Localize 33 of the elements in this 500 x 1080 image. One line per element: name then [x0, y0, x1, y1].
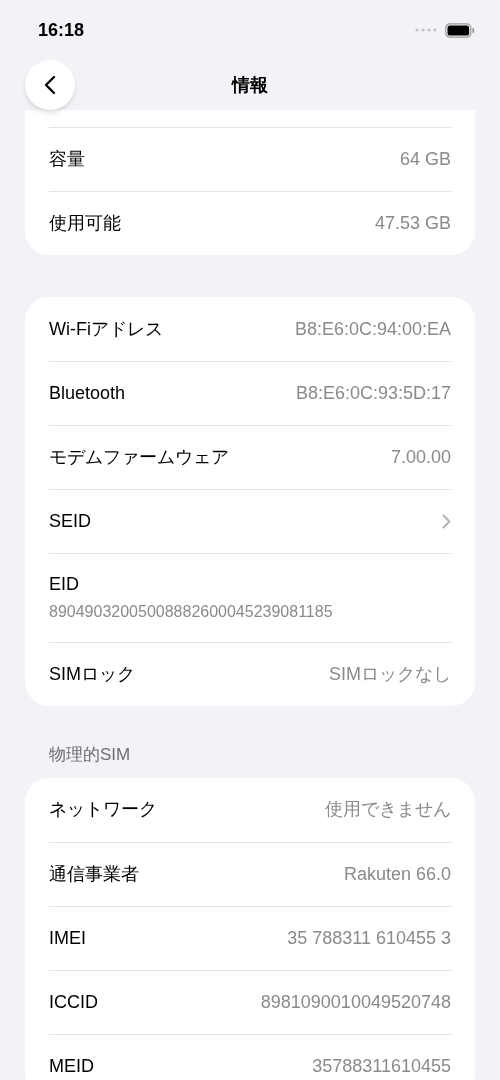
nav-title: 情報	[232, 73, 268, 97]
section-header: 物理的SIM	[49, 745, 131, 764]
row-label: Wi-Fiアドレス	[49, 317, 163, 341]
row-label: SIMロック	[49, 663, 135, 686]
row-value: 8981090010049520748	[260, 990, 451, 1014]
back-button[interactable]	[25, 60, 75, 110]
chevron-icon	[442, 514, 451, 529]
row-label: モデムファームウェア	[49, 446, 229, 469]
row-label: 通信事業者	[49, 862, 139, 886]
row-value: 47.53 GB	[374, 212, 451, 235]
row-value: 35788311610455	[312, 1054, 451, 1078]
row-value: 7.00.00	[390, 446, 451, 469]
row-value: B8:E6:0C:94:00:EA	[294, 317, 451, 341]
row-label: MEID	[49, 1054, 94, 1078]
status-time: 16:18	[38, 18, 85, 42]
row-label: 使用可能	[49, 212, 121, 235]
row-label: ネットワーク	[49, 798, 157, 821]
row-value: 35 788311 610455 3	[287, 926, 451, 950]
row-value: 64 GB	[399, 148, 451, 171]
back-icon	[44, 75, 56, 95]
row-value: B8:E6:0C:93:5D:17	[295, 382, 451, 405]
list-row[interactable]: SEID	[49, 489, 451, 553]
signal-icon	[415, 28, 437, 32]
row-value: 使用できません	[325, 798, 451, 821]
row-label: IMEI	[49, 926, 86, 950]
row-label: ICCID	[49, 990, 98, 1014]
row-label: EID	[49, 573, 80, 596]
battery-icon	[445, 22, 475, 38]
row-value: SIMロックなし	[329, 663, 451, 686]
row-label: 容量	[49, 148, 85, 171]
row-value: 89049032005008882600045239081185	[49, 602, 334, 622]
row-label: Bluetooth	[49, 382, 126, 405]
row-value: Rakuten 66.0	[343, 862, 451, 886]
